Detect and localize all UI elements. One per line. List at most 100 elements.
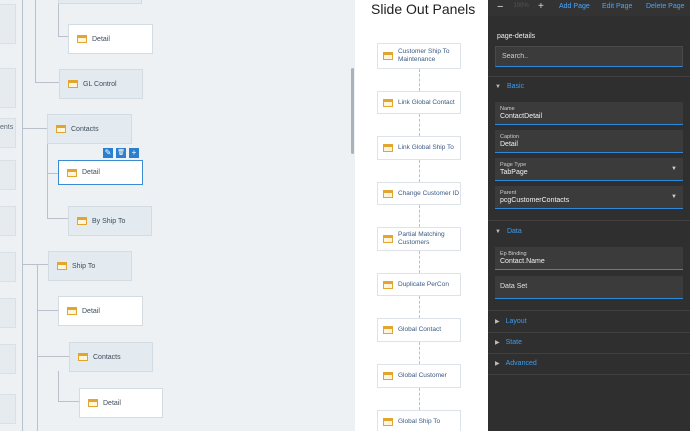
divider: [488, 332, 690, 333]
page-icon: [56, 125, 66, 133]
caption-field[interactable]: Caption Detail: [495, 130, 683, 153]
panel-node[interactable]: Duplicate PerCon: [377, 273, 461, 296]
node-label: Detail: [103, 399, 121, 407]
divider: [488, 76, 690, 77]
edge-card: [0, 298, 16, 328]
tree-node-by-ship-to[interactable]: By Ship To: [68, 206, 152, 236]
panel-node[interactable]: Change Customer ID: [377, 182, 461, 205]
zoom-in-button[interactable]: +: [538, 0, 544, 16]
node-label: Contacts: [93, 353, 121, 361]
tree-node-contacts-ship[interactable]: Contacts: [69, 342, 153, 372]
add-page-button[interactable]: Add Page: [559, 0, 590, 16]
node-toolbar: ✎ 🗑 +: [103, 148, 139, 158]
page-tree-canvas[interactable]: ents Detail GL Control Contacts ✎ 🗑 + De…: [0, 0, 355, 431]
panel-node[interactable]: Global Ship To: [377, 410, 461, 431]
delete-page-button[interactable]: Delete Page: [646, 0, 685, 16]
panel-connector: [419, 205, 420, 227]
page-icon: [78, 353, 88, 361]
edge-card: [0, 206, 16, 236]
divider: [488, 353, 690, 354]
section-advanced-toggle[interactable]: ▶ Advanced: [495, 360, 537, 367]
data-set-field[interactable]: Data Set: [495, 276, 683, 299]
node-label: Detail: [82, 169, 100, 176]
panel-connector: [419, 114, 420, 136]
panel-node[interactable]: Customer Ship To Maintenance: [377, 43, 461, 69]
tree-node-detail-selected[interactable]: Detail: [58, 160, 143, 185]
section-data-toggle[interactable]: ▼ Data: [495, 228, 522, 235]
node-label: GL Control: [83, 80, 117, 88]
tree-connector: [47, 173, 58, 174]
page-icon: [383, 235, 393, 243]
panel-connector: [419, 388, 420, 410]
parent-select[interactable]: Parent pcgCustomerContacts ▼: [495, 186, 683, 209]
panel-node[interactable]: Global Contact: [377, 318, 461, 342]
field-label: Name: [500, 106, 515, 112]
panel-connector: [419, 342, 420, 364]
properties-panel: − 100% + Add Page Edit Page Delete Page …: [488, 0, 690, 431]
tree-connector: [37, 264, 38, 431]
tree-connector: [58, 0, 59, 36]
field-value: pcgCustomerContacts: [500, 197, 570, 204]
edge-card: [0, 118, 16, 148]
page-icon: [383, 280, 393, 289]
edge-card: [0, 68, 16, 108]
page-icon: [383, 418, 393, 426]
panel-node[interactable]: Partial Matching Customers: [377, 227, 461, 251]
tree-node-contacts[interactable]: Contacts: [47, 114, 132, 144]
panel-connector: [419, 69, 420, 91]
zoom-out-button[interactable]: −: [497, 0, 503, 16]
section-state-toggle[interactable]: ▶ State: [495, 339, 522, 346]
panel-label: Link Global Ship To: [398, 144, 454, 151]
tree-node-ship-to[interactable]: Ship To: [48, 251, 132, 281]
section-label: Basic: [506, 83, 525, 90]
tree-connector: [22, 264, 48, 265]
vertical-scrollbar[interactable]: [351, 68, 354, 154]
tree-connector: [58, 401, 79, 402]
tree-connector: [35, 0, 36, 82]
tree-node-detail-ship[interactable]: Detail: [58, 296, 143, 326]
slide-out-panels-column: Slide Out Panels Customer Ship To Mainte…: [355, 0, 488, 431]
tree-connector: [58, 36, 68, 37]
page-icon: [383, 144, 393, 152]
section-basic-toggle[interactable]: ▼ Basic: [495, 83, 524, 90]
delete-node-button[interactable]: 🗑: [116, 148, 126, 158]
divider: [488, 310, 690, 311]
properties-search-input[interactable]: [495, 46, 683, 67]
page-icon: [77, 217, 87, 225]
section-label: State: [505, 339, 522, 346]
edge-card: [0, 344, 16, 374]
page-icon: [68, 80, 78, 88]
panel-label: Link Global Contact: [398, 98, 455, 106]
tree-node[interactable]: [58, 0, 142, 4]
field-label: Page Type: [500, 162, 527, 168]
panel-label: Global Ship To: [398, 418, 441, 425]
field-value: Detail: [500, 141, 518, 148]
page-type-select[interactable]: Page Type TabPage ▼: [495, 158, 683, 181]
divider: [488, 374, 690, 375]
name-field[interactable]: Name ContactDetail: [495, 102, 683, 125]
add-node-button[interactable]: +: [129, 148, 139, 158]
edit-page-button[interactable]: Edit Page: [602, 0, 632, 16]
edit-node-button[interactable]: ✎: [103, 148, 113, 158]
edge-card: [0, 394, 16, 424]
panel-node[interactable]: Global Customer: [377, 364, 461, 388]
ep-binding-field[interactable]: Ep Binding Contact.Name: [495, 247, 683, 270]
chevron-down-icon: ▼: [495, 228, 501, 235]
tree-node-gl-control[interactable]: GL Control: [59, 69, 143, 99]
tree-node-detail-bottom[interactable]: Detail: [79, 388, 163, 418]
panel-connector: [419, 296, 420, 318]
panel-node[interactable]: Link Global Ship To: [377, 136, 461, 160]
zoom-level: 100%: [513, 3, 529, 9]
section-label: Advanced: [505, 360, 537, 367]
page-icon: [383, 189, 393, 198]
field-label: Caption: [500, 134, 519, 140]
chevron-down-icon: ▼: [671, 166, 677, 172]
field-value: Contact.Name: [500, 258, 545, 265]
section-layout-toggle[interactable]: ▶ Layout: [495, 318, 527, 325]
edge-label: ents: [0, 124, 14, 131]
panel-node[interactable]: Link Global Contact: [377, 91, 461, 114]
tree-connector: [37, 356, 69, 357]
field-label: Ep Binding: [500, 251, 527, 257]
field-value: TabPage: [500, 169, 528, 176]
tree-node-detail-top[interactable]: Detail: [68, 24, 153, 54]
